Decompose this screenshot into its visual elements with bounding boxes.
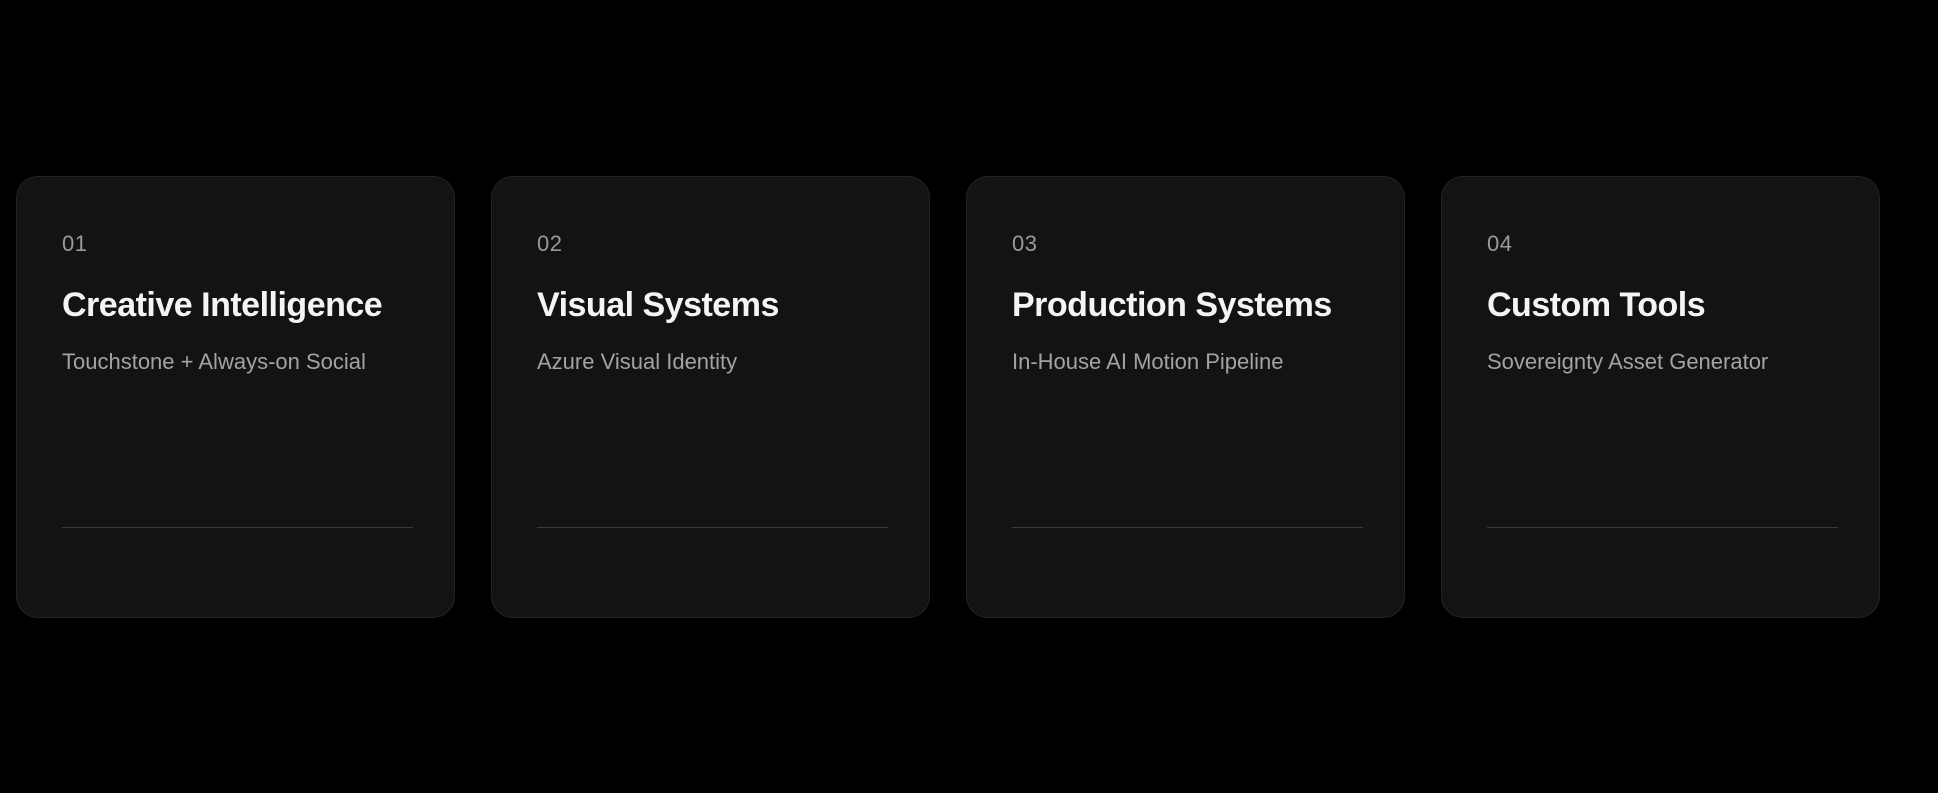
card-number: 03: [1012, 231, 1038, 256]
card-subtitle: Sovereignty Asset Generator: [1487, 349, 1769, 374]
service-cards: 01 Creative Intelligence Touchstone + Al…: [16, 176, 1880, 618]
card-visual-systems[interactable]: 02 Visual Systems Azure Visual Identity: [491, 176, 930, 618]
card-number: 04: [1487, 231, 1513, 256]
card-divider: [1487, 527, 1838, 528]
card-number: 02: [537, 231, 563, 256]
card-production-systems[interactable]: 03 Production Systems In-House AI Motion…: [966, 176, 1405, 618]
card-title: Creative Intelligence: [62, 286, 383, 324]
card-custom-tools[interactable]: 04 Custom Tools Sovereignty Asset Genera…: [1441, 176, 1880, 618]
card-number: 01: [62, 231, 88, 256]
card-title: Production Systems: [1012, 286, 1332, 324]
card-divider: [537, 527, 888, 528]
card-title: Custom Tools: [1487, 286, 1706, 324]
card-divider: [62, 527, 413, 528]
card-creative-intelligence[interactable]: 01 Creative Intelligence Touchstone + Al…: [16, 176, 455, 618]
card-title: Visual Systems: [537, 286, 779, 324]
card-subtitle: In-House AI Motion Pipeline: [1012, 349, 1284, 374]
card-subtitle: Azure Visual Identity: [537, 349, 738, 374]
card-divider: [1012, 527, 1363, 528]
card-subtitle: Touchstone + Always-on Social: [62, 349, 366, 374]
